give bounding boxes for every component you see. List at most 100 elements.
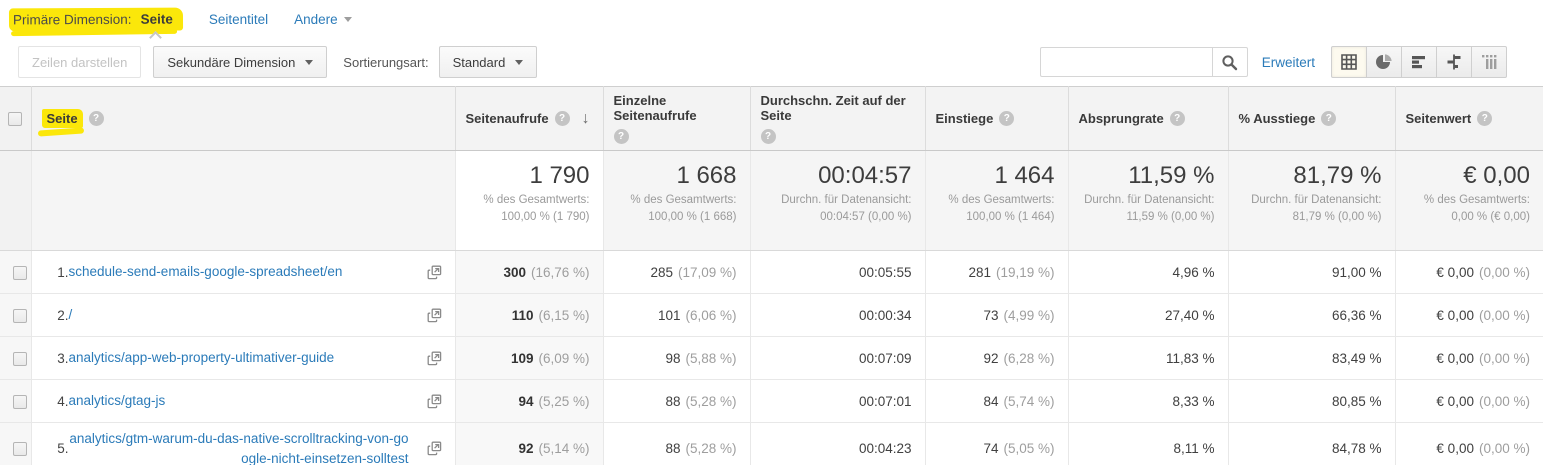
open-in-new-icon[interactable]: [419, 441, 442, 456]
column-label[interactable]: Absprungrate: [1079, 111, 1164, 126]
entrances-cell: 73(4,99 %): [925, 294, 1068, 337]
totals-subtext: % des Gesamtwerts: 0,00 % (€ 0,00): [1409, 192, 1531, 225]
page-link[interactable]: analytics/gtm-warum-du-das-native-scroll…: [69, 429, 409, 465]
dimension-tab-seite[interactable]: Seite: [141, 11, 173, 26]
comparison-view-button[interactable]: [1436, 46, 1472, 78]
sort-type-label: Sortierungsart:: [343, 55, 428, 70]
entrances-cell: 92(6,28 %): [925, 337, 1068, 380]
exit-rate-value: 84,78 %: [1332, 441, 1382, 456]
row-checkbox-cell: [0, 251, 31, 294]
column-label[interactable]: Seite: [47, 111, 78, 126]
exit-rate-value: 80,85 %: [1332, 394, 1382, 409]
column-label[interactable]: % Ausstiege: [1239, 111, 1316, 126]
avg-time-cell: 00:07:01: [750, 380, 925, 423]
pageviews-percent: (16,76 %): [531, 265, 590, 280]
totals-exit-rate: 81,79 % Durchn. für Datenansicht: 81,79 …: [1228, 151, 1395, 251]
avg-time-cell: 00:00:34: [750, 294, 925, 337]
pivot-view-button[interactable]: [1471, 46, 1507, 78]
row-index: 3.: [45, 351, 69, 366]
totals-entrances: 1 464 % des Gesamtwerts: 100,00 % (1 464…: [925, 151, 1068, 251]
pageviews-cell: 109(6,09 %): [455, 337, 603, 380]
performance-view-button[interactable]: [1401, 46, 1437, 78]
avg-time-cell: 00:05:55: [750, 251, 925, 294]
primary-dimension-label: Primäre Dimension:: [13, 11, 132, 27]
secondary-dimension-button[interactable]: Sekundäre Dimension: [153, 46, 327, 78]
page-value-percent: (0,00 %): [1479, 265, 1530, 280]
open-in-new-icon[interactable]: [419, 308, 442, 323]
unique-pageviews-percent: (5,28 %): [685, 441, 736, 456]
column-label[interactable]: Einstiege: [936, 111, 994, 126]
row-checkbox[interactable]: [13, 309, 27, 323]
primary-dimension-bar: Primäre Dimension: Seite Seitentitel And…: [0, 0, 1543, 38]
page-link[interactable]: schedule-send-emails-google-spreadsheet/…: [69, 262, 343, 282]
plot-rows-button[interactable]: Zeilen darstellen: [18, 46, 141, 78]
sort-type-button[interactable]: Standard: [439, 46, 538, 78]
help-icon[interactable]: ?: [614, 129, 629, 144]
dimension-tab-seitentitel[interactable]: Seitentitel: [209, 12, 268, 27]
totals-subtext: % des Gesamtwerts: 100,00 % (1 464): [939, 192, 1055, 225]
pageviews-value: 110: [512, 308, 534, 323]
avg-time-value: 00:04:23: [859, 441, 912, 456]
table-row: 5. analytics/gtm-warum-du-das-native-scr…: [0, 423, 1543, 465]
pageviews-value: 94: [518, 394, 533, 409]
search-button[interactable]: [1212, 47, 1248, 77]
page-value-percent: (0,00 %): [1479, 308, 1530, 323]
open-in-new-icon[interactable]: [419, 265, 442, 280]
search-input[interactable]: [1040, 47, 1212, 77]
select-all-cell: [0, 87, 31, 151]
dimension-tab-andere[interactable]: Andere: [294, 12, 338, 27]
bounce-rate-cell: 8,11 %: [1068, 423, 1228, 465]
column-label[interactable]: Seitenaufrufe: [466, 111, 549, 126]
help-icon[interactable]: ?: [89, 111, 104, 126]
select-all-checkbox[interactable]: [8, 112, 22, 126]
page-cell: 3. analytics/app-web-property-ultimative…: [31, 337, 455, 380]
row-checkbox[interactable]: [13, 266, 27, 280]
column-label[interactable]: Durchschn. Zeit auf der Seite: [761, 93, 915, 123]
page-value-cell: € 0,00(0,00 %): [1395, 337, 1543, 380]
column-label[interactable]: Seitenwert: [1406, 111, 1472, 126]
open-in-new-icon[interactable]: [419, 351, 442, 366]
pageviews-percent: (6,15 %): [538, 308, 589, 323]
page-value-percent: (0,00 %): [1479, 351, 1530, 366]
open-in-new-icon[interactable]: [419, 394, 442, 409]
totals-value: 11,59 %: [1082, 161, 1215, 191]
page-link[interactable]: analytics/app-web-property-ultimativer-g…: [69, 348, 335, 368]
bounce-rate-value: 27,40 %: [1165, 308, 1215, 323]
help-icon[interactable]: ?: [761, 129, 776, 144]
totals-subtext: Durchn. für Datenansicht: 11,59 % (0,00 …: [1082, 192, 1215, 225]
unique-pageviews-percent: (17,09 %): [678, 265, 737, 280]
help-icon[interactable]: ?: [1321, 111, 1336, 126]
help-icon[interactable]: ?: [999, 111, 1014, 126]
row-checkbox[interactable]: [13, 442, 27, 456]
page-link[interactable]: /: [69, 305, 73, 325]
chevron-down-icon: [305, 60, 313, 65]
page-cell: 2. /: [31, 294, 455, 337]
sort-descending-icon[interactable]: ↓: [582, 110, 590, 128]
advanced-filter-link[interactable]: Erweitert: [1262, 55, 1315, 70]
exit-rate-cell: 84,78 %: [1228, 423, 1395, 465]
table-view-button[interactable]: [1331, 46, 1367, 78]
totals-unique-pageviews: 1 668 % des Gesamtwerts: 100,00 % (1 668…: [603, 151, 750, 251]
totals-pageviews: 1 790 % des Gesamtwerts: 100,00 % (1 790…: [455, 151, 603, 251]
row-checkbox[interactable]: [13, 395, 27, 409]
percentage-view-button[interactable]: [1366, 46, 1402, 78]
entrances-cell: 74(5,05 %): [925, 423, 1068, 465]
column-label[interactable]: Einzelne Seitenaufrufe: [614, 93, 740, 123]
pie-chart-icon: [1375, 53, 1393, 71]
column-header-durchschn-zeit: Durchschn. Zeit auf der Seite ?: [750, 87, 925, 151]
page-value-cell: € 0,00(0,00 %): [1395, 380, 1543, 423]
header-row: Seite ? Seitenaufrufe ? ↓ Einzelne Seite…: [0, 87, 1543, 151]
totals-subtext: % des Gesamtwerts: 100,00 % (1 668): [617, 192, 737, 225]
table-row: 4. analytics/gtag-js 94(5,25 %) 88(5,28 …: [0, 380, 1543, 423]
help-icon[interactable]: ?: [1477, 111, 1492, 126]
entrances-percent: (5,74 %): [1003, 394, 1054, 409]
column-header-seitenwert: Seitenwert ?: [1395, 87, 1543, 151]
unique-pageviews-cell: 101(6,06 %): [603, 294, 750, 337]
page-link[interactable]: analytics/gtag-js: [69, 391, 166, 411]
pageviews-cell: 110 (6,15 %): [455, 294, 603, 337]
page-value: € 0,00: [1436, 394, 1474, 409]
row-checkbox[interactable]: [13, 352, 27, 366]
help-icon[interactable]: ?: [1170, 111, 1185, 126]
pageviews-percent: (5,25 %): [538, 394, 589, 409]
help-icon[interactable]: ?: [555, 111, 570, 126]
